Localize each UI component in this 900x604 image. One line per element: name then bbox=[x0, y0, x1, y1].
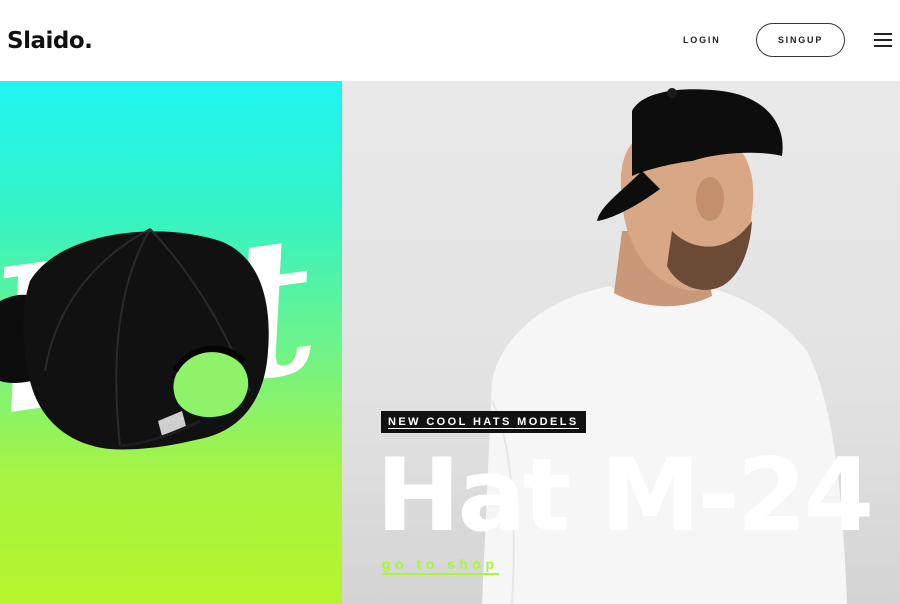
hero-tag-text: NEW COOL HATS MODELS bbox=[388, 415, 579, 429]
hero-headline: Hat M-24 bbox=[376, 436, 874, 554]
site-header: Slaido. LOGIN SINGUP bbox=[0, 0, 900, 81]
black-cap-image bbox=[0, 228, 269, 450]
go-to-shop-link[interactable]: go to shop bbox=[382, 556, 499, 575]
login-link[interactable]: LOGIN bbox=[683, 35, 721, 45]
signup-button[interactable]: SINGUP bbox=[756, 23, 845, 57]
hamburger-menu-icon[interactable] bbox=[874, 33, 892, 47]
hero-tag-badge: NEW COOL HATS MODELS bbox=[381, 411, 586, 433]
hero-left-panel: hat bbox=[0, 81, 342, 604]
logo[interactable]: Slaido. bbox=[7, 28, 93, 54]
